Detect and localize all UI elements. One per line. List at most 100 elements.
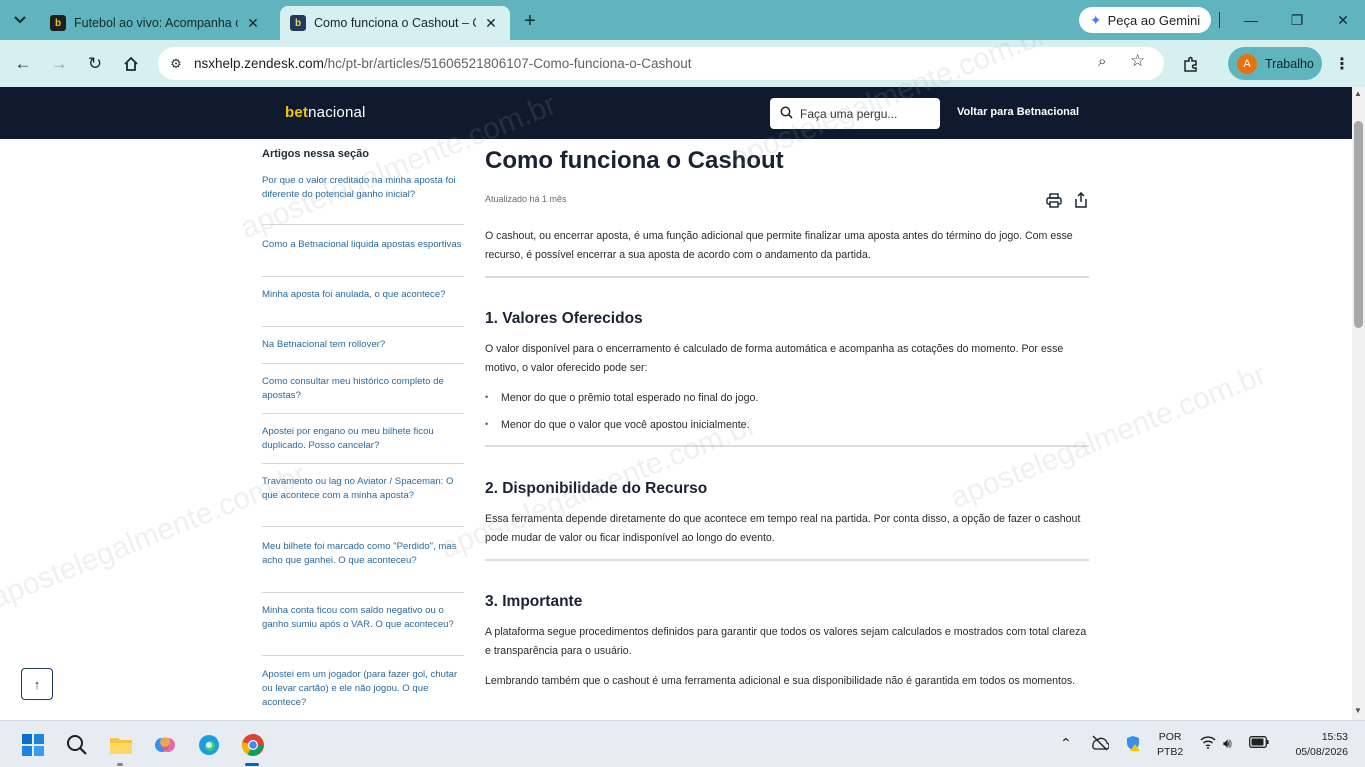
window-controls-divider xyxy=(1219,12,1220,28)
tab-title: Como funciona o Cashout – Ce xyxy=(314,16,476,30)
divider xyxy=(485,559,1089,561)
gemini-sparkle-icon: ✦ xyxy=(1089,11,1102,28)
url-text[interactable]: nsxhelp.zendesk.com/hc/pt-br/articles/51… xyxy=(194,56,692,71)
taskbar-running-indicator xyxy=(117,763,123,766)
scroll-down-arrow-icon[interactable]: ▼ xyxy=(1354,706,1362,715)
wifi-icon[interactable] xyxy=(1200,735,1216,752)
sidebar-article-link[interactable]: Na Betnacional tem rollover? xyxy=(262,338,464,352)
divider xyxy=(485,276,1089,278)
divider xyxy=(262,224,464,225)
watermark-text: apostelegalmente.com.br xyxy=(945,358,1271,515)
sidebar-article-link[interactable]: Por que o valor creditado na minha apost… xyxy=(262,174,464,202)
keyboard-layout: PTB2 xyxy=(1157,746,1184,758)
section-heading-valores: 1. Valores Oferecidos xyxy=(485,310,643,327)
zoom-icon[interactable]: ⌕ xyxy=(1098,53,1106,70)
logo-nacional: nacional xyxy=(308,104,366,121)
section-heading-importante: 3. Importante xyxy=(485,593,583,610)
divider xyxy=(262,363,464,364)
divider xyxy=(262,326,464,327)
show-hidden-icons-chevron-icon[interactable]: ⌃ xyxy=(1060,735,1072,752)
section-paragraph: Essa ferramenta depende diretamente do q… xyxy=(485,513,1081,544)
new-tab-button[interactable]: + xyxy=(518,9,542,33)
logo-bet: bet xyxy=(285,104,309,121)
article-updated-meta: Atualizado há 1 mês xyxy=(485,194,567,204)
tab-search-chevron-icon[interactable] xyxy=(8,8,32,32)
minimize-button[interactable]: — xyxy=(1236,8,1266,32)
extensions-puzzle-icon[interactable] xyxy=(1178,51,1204,77)
print-icon[interactable] xyxy=(1045,191,1063,209)
language-code: POR xyxy=(1158,731,1182,743)
file-explorer-icon[interactable] xyxy=(106,730,136,760)
home-icon[interactable] xyxy=(117,50,145,78)
forward-arrow-icon[interactable]: → xyxy=(45,50,73,78)
sidebar-article-link[interactable]: Meu bilhete foi marcado como "Perdido", … xyxy=(262,540,464,568)
tab-title: Futebol ao vivo: Acompanha os xyxy=(74,16,238,30)
volume-icon[interactable]: 🔊︎ xyxy=(1223,735,1232,752)
back-to-betnacional-link[interactable]: Voltar para Betnacional xyxy=(957,106,1079,118)
windows-start-icon[interactable] xyxy=(18,730,48,760)
chrome-menu-icon[interactable]: ⋮ xyxy=(1332,52,1352,76)
section-paragraph: Lembrando também que o cashout é uma fer… xyxy=(485,675,1076,687)
scrollbar-thumb[interactable] xyxy=(1354,121,1363,328)
betnacional-favicon-icon: b xyxy=(290,15,306,31)
sidebar-article-link[interactable]: Travamento ou lag no Aviator / Spaceman:… xyxy=(262,475,464,503)
restore-button[interactable]: ❐ xyxy=(1282,8,1312,32)
share-icon[interactable] xyxy=(1072,191,1090,209)
tab-como-funciona-cashout[interactable]: b Como funciona o Cashout – Ce ✕ xyxy=(280,6,510,40)
divider xyxy=(262,526,464,527)
address-bar[interactable]: ⚙ nsxhelp.zendesk.com/hc/pt-br/articles/… xyxy=(158,47,1164,80)
network-offline-icon[interactable] xyxy=(1091,735,1110,754)
ask-gemini-button[interactable]: ✦ Peça ao Gemini xyxy=(1079,7,1211,33)
sidebar-article-link[interactable]: Apostei em um jogador (para fazer gol, c… xyxy=(262,668,464,710)
edge-browser-icon[interactable] xyxy=(194,730,224,760)
intro-paragraph: O cashout, ou encerrar aposta, é uma fun… xyxy=(485,230,1073,261)
search-input[interactable] xyxy=(800,106,940,121)
sidebar-article-link[interactable]: Minha conta ficou com saldo negativo ou … xyxy=(262,604,464,632)
help-search-box[interactable] xyxy=(770,98,940,129)
avatar: A xyxy=(1237,53,1257,74)
url-path: /hc/pt-br/articles/51606521806107-Como-f… xyxy=(323,56,692,71)
taskbar-clock[interactable]: 15:53 05/08/2026 xyxy=(1278,730,1348,760)
scroll-up-arrow-icon[interactable]: ▲ xyxy=(1354,89,1362,98)
page-scrollbar[interactable]: ▲ ▼ xyxy=(1352,87,1365,720)
profile-button[interactable]: A Trabalho xyxy=(1228,47,1322,80)
sidebar-article-link[interactable]: Minha aposta foi anulada, o que acontece… xyxy=(262,288,464,302)
gemini-label: Peça ao Gemini xyxy=(1107,12,1201,28)
divider xyxy=(485,445,1089,447)
browser-toolbar: ← → ↻ ⚙ nsxhelp.zendesk.com/hc/pt-br/art… xyxy=(0,40,1365,87)
close-tab-icon[interactable]: ✕ xyxy=(482,14,500,32)
profile-name: Trabalho xyxy=(1265,56,1314,71)
divider xyxy=(262,655,464,656)
chrome-browser-icon[interactable] xyxy=(238,730,268,760)
back-arrow-icon[interactable]: ← xyxy=(9,50,37,78)
tab-futebol-ao-vivo[interactable]: b Futebol ao vivo: Acompanha os ✕ xyxy=(40,6,272,40)
copilot-icon[interactable] xyxy=(150,730,180,760)
clock-time: 15:53 xyxy=(1321,731,1348,743)
battery-icon[interactable] xyxy=(1249,735,1269,751)
section-heading-disponibilidade: 2. Disponibilidade do Recurso xyxy=(485,480,708,497)
search-icon xyxy=(780,106,793,122)
url-host: nsxhelp.zendesk.com xyxy=(194,56,324,71)
sidebar-article-link[interactable]: Como consultar meu histórico completo de… xyxy=(262,375,464,403)
list-item: Menor do que o prêmio total esperado no … xyxy=(485,392,758,404)
article-title: Como funciona o Cashout xyxy=(485,147,784,174)
sidebar-article-link[interactable]: Apostei por engano ou meu bilhete ficou … xyxy=(262,425,464,453)
betnacional-logo[interactable]: betnacional xyxy=(285,104,366,121)
reload-icon[interactable]: ↻ xyxy=(81,50,109,78)
bookmark-star-icon[interactable]: ☆ xyxy=(1130,51,1145,71)
close-tab-icon[interactable]: ✕ xyxy=(244,14,262,32)
section-paragraph: A plataforma segue procedimentos definid… xyxy=(485,626,1087,657)
close-window-button[interactable]: ✕ xyxy=(1328,8,1358,32)
clock-date: 05/08/2026 xyxy=(1295,746,1348,758)
site-info-icon[interactable]: ⚙ xyxy=(164,52,188,76)
section-paragraph: O valor disponível para o encerramento é… xyxy=(485,343,1064,374)
input-language-indicator[interactable]: POR PTB2 xyxy=(1157,730,1183,760)
sidebar-article-link[interactable]: Como a Betnacional liquida apostas espor… xyxy=(262,238,464,252)
search-icon[interactable] xyxy=(62,730,92,760)
scroll-to-top-button[interactable]: ↑ xyxy=(21,668,53,700)
divider xyxy=(262,276,464,277)
divider xyxy=(262,592,464,593)
security-warning-icon[interactable] xyxy=(1125,735,1141,754)
browser-tabstrip: b Futebol ao vivo: Acompanha os ✕ b Como… xyxy=(0,0,1365,40)
site-header: betnacional Voltar para Betnacional xyxy=(0,87,1352,139)
